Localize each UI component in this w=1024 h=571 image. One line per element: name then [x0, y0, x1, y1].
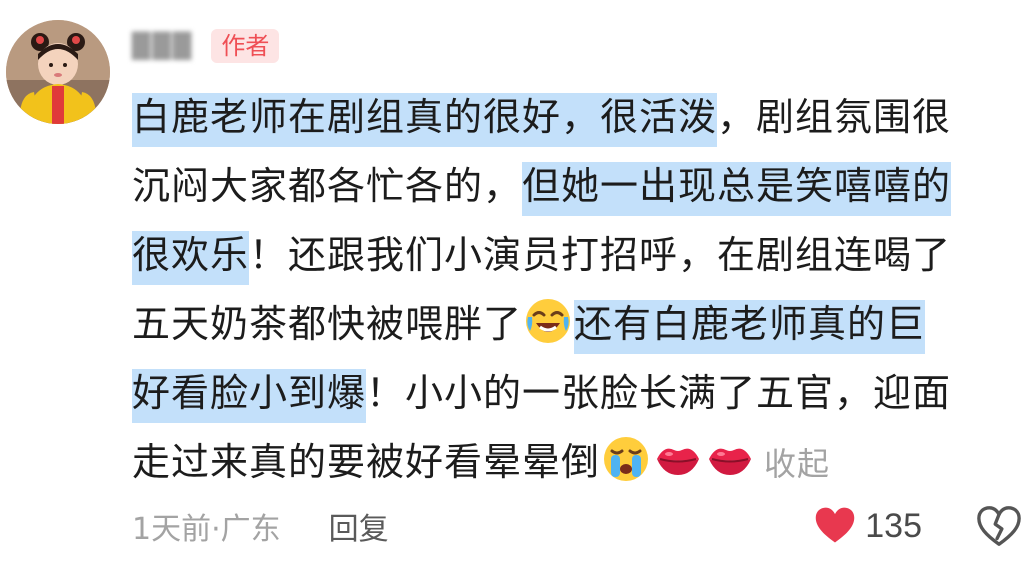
- comment-line: 五天奶茶都快被喂胖了 还有白鹿老师真的巨: [132, 290, 1012, 359]
- comment-header: ███ 作者: [132, 24, 280, 68]
- author-badge: 作者: [211, 29, 280, 63]
- reply-button[interactable]: 回复: [329, 504, 389, 548]
- like-count: 135: [865, 506, 922, 545]
- highlighted-text: 白鹿老师在剧组真的很好，很活泼: [132, 93, 718, 147]
- highlighted-text: 但她一出现总是笑嘻嘻的: [522, 162, 952, 216]
- username[interactable]: ███: [132, 32, 193, 60]
- comment-text-segment: ，剧组氛围很: [717, 95, 952, 139]
- comment-text-segment: 走过来真的要被好看晕晕倒: [132, 440, 601, 484]
- comment-line: 沉闷大家都各忙各的，但她一出现总是笑嘻嘻的: [132, 152, 1012, 221]
- comment-text-segment: ！小小的一张脸长满了五官，迎面: [366, 371, 952, 415]
- heart-icon[interactable]: [813, 504, 857, 548]
- comment-text-segment: 五天奶茶都快被喂胖了: [132, 302, 523, 346]
- kiss-lips-emoji: [657, 448, 700, 475]
- highlighted-text: 还有白鹿老师真的巨: [574, 300, 926, 354]
- comment-text: 白鹿老师在剧组真的很好，很活泼，剧组氛围很 沉闷大家都各忙各的，但她一出现总是笑…: [132, 83, 1012, 497]
- collapse-link[interactable]: 收起: [764, 445, 830, 483]
- comment-line: 好看脸小到爆！小小的一张脸长满了五官，迎面: [132, 359, 1012, 428]
- highlighted-text: 好看脸小到爆: [132, 369, 367, 423]
- comment-text-segment: 沉闷大家都各忙各的，: [132, 164, 523, 208]
- laughing-crying-emoji: [526, 299, 571, 343]
- comment-line: 走过来真的要被好看晕晕倒 收起: [132, 428, 1012, 497]
- broken-heart-icon[interactable]: [976, 503, 1022, 549]
- crying-emoji: [604, 437, 649, 481]
- avatar-image: [6, 20, 110, 124]
- comment-line: 很欢乐！还跟我们小演员打招呼，在剧组连喝了: [132, 221, 1012, 290]
- timestamp-location: 1天前·广东: [132, 512, 281, 547]
- kiss-lips-emoji: [709, 448, 752, 475]
- comment-text-segment: ！还跟我们小演员打招呼，在剧组连喝了: [249, 233, 952, 277]
- comment-footer: 1天前·广东 回复 135: [132, 498, 1024, 554]
- highlighted-text: 很欢乐: [132, 231, 250, 285]
- comment-line: 白鹿老师在剧组真的很好，很活泼，剧组氛围很: [132, 83, 1012, 152]
- avatar[interactable]: [6, 20, 110, 124]
